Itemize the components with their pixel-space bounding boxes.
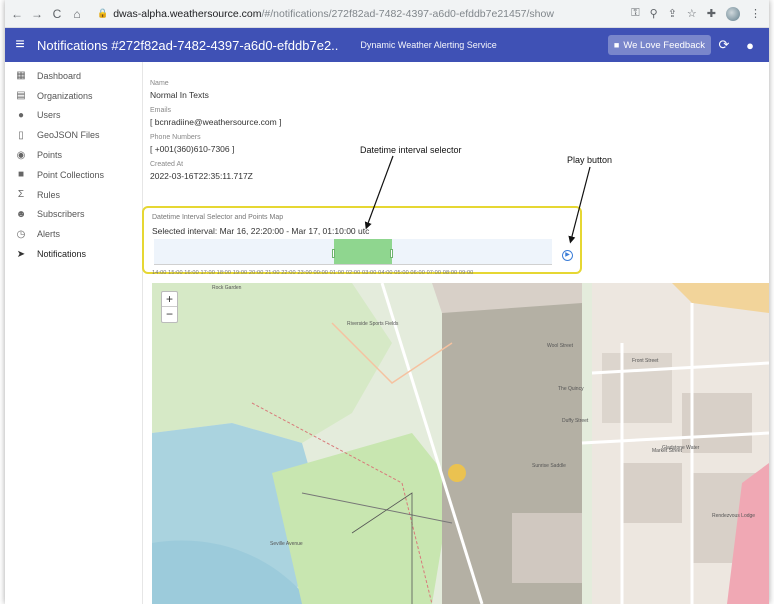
field-value: [ bcnradiine@weathersource.com ] xyxy=(150,117,282,127)
sidebar-item-label: Dashboard xyxy=(37,70,82,81)
sigma-icon: Σ xyxy=(17,189,25,201)
url-path: /#/notifications/272f82ad-7482-4397-a6d0… xyxy=(261,7,554,20)
timeline-selection[interactable] xyxy=(334,239,392,265)
extensions-icon[interactable]: ✚ xyxy=(707,7,716,20)
map-label: Front Street xyxy=(632,358,659,364)
field-value: Normal In Texts xyxy=(150,90,209,100)
zoom-icon[interactable]: ⚲ xyxy=(650,7,658,20)
field-label: Name xyxy=(150,80,169,87)
field-label: Emails xyxy=(150,107,172,114)
subscribers-icon: ☻ xyxy=(15,208,27,220)
collection-icon: ■ xyxy=(17,169,25,181)
map-label: Duffy Street xyxy=(562,418,589,424)
sidebar-item-label: Users xyxy=(37,110,61,121)
url-host: dwas-alpha.weathersource.com xyxy=(113,7,262,20)
sidebar-item-rules[interactable]: Σ Rules xyxy=(5,185,142,205)
field-emails: Emails [ bcnradiine@weathersource.com ] xyxy=(150,107,570,131)
lock-icon: 🔒 xyxy=(97,8,109,18)
datetime-interval-selector: Datetime Interval Selector and Points Ma… xyxy=(142,206,582,276)
sidebar-item-label: Rules xyxy=(37,189,61,200)
selected-interval-text: Selected interval: Mar 16, 22:20:00 - Ma… xyxy=(152,226,370,236)
star-icon[interactable]: ☆ xyxy=(687,7,697,20)
map-label: Wool Street xyxy=(547,343,574,349)
browser-window: ← → C ⌂ 🔒 dwas-alpha.weathersource.com/#… xyxy=(5,0,769,604)
forward-icon[interactable]: → xyxy=(29,7,45,21)
key-icon[interactable]: ⚿ xyxy=(631,7,639,20)
sidebar: ▦ Dashboard ▤ Organizations ● Users ▯ GeoJSO… xyxy=(5,62,143,604)
map-label: Sunrise Saddle xyxy=(532,463,566,469)
sidebar-item-geojson-files[interactable]: ▯ GeoJSON Files xyxy=(5,125,142,145)
file-icon: ▯ xyxy=(18,129,24,141)
field-created-at: Created At 2022-03-16T22:35:11.717Z xyxy=(150,161,570,185)
feedback-button[interactable]: ■ We Love Feedback xyxy=(607,35,711,55)
address-bar[interactable]: 🔒 dwas-alpha.weathersource.com/#/notific… xyxy=(91,3,622,24)
reload-icon[interactable]: C xyxy=(49,7,65,21)
sidebar-item-alerts[interactable]: ◷ Alerts xyxy=(5,224,142,244)
page-title: Notifications #272f82ad-7482-4397-a6d0-e… xyxy=(37,37,339,53)
notification-details: Name Normal In Texts Emails [ bcnradiine… xyxy=(150,80,570,185)
points-map[interactable]: + − Rock Garden Riverside Sports Fields … xyxy=(152,283,769,604)
annotation-play-label: Play button xyxy=(567,155,613,165)
sidebar-item-users[interactable]: ● Users xyxy=(5,106,142,126)
zoom-out-button[interactable]: − xyxy=(162,307,177,322)
map-label: Riverside Sports Fields xyxy=(347,321,399,327)
field-label: Created At xyxy=(150,161,184,168)
sidebar-item-subscribers[interactable]: ☻ Subscribers xyxy=(5,205,142,225)
field-value: 2022-03-16T22:35:11.717Z xyxy=(150,171,253,181)
sidebar-item-label: Subscribers xyxy=(37,209,85,220)
map-zoom-control: + − xyxy=(161,291,178,323)
refresh-icon[interactable]: ⟳ xyxy=(711,37,737,53)
selection-end-handle[interactable] xyxy=(390,249,393,258)
sidebar-item-label: Points xyxy=(37,150,63,161)
map-label: Rendezvous Lodge xyxy=(712,513,756,519)
users-icon: ● xyxy=(17,109,25,121)
sidebar-item-points[interactable]: ◉ Points xyxy=(5,145,142,165)
timeline-tick-labels: 14:00 15:00 16:00 17:00 18:00 19:00 20:0… xyxy=(152,270,474,276)
sidebar-item-label: Alerts xyxy=(37,229,61,240)
browser-toolbar: ← → C ⌂ 🔒 dwas-alpha.weathersource.com/#… xyxy=(5,0,769,28)
send-icon: ➤ xyxy=(16,248,26,260)
home-icon[interactable]: ⌂ xyxy=(69,7,85,21)
sidebar-item-label: Point Collections xyxy=(37,169,105,180)
pin-icon: ◉ xyxy=(16,149,26,161)
alarm-icon: ◷ xyxy=(16,228,26,240)
play-icon: ▶ xyxy=(565,252,570,258)
back-icon[interactable]: ← xyxy=(9,7,25,21)
hamburger-menu-icon[interactable]: ≡ xyxy=(5,36,35,54)
organizations-icon: ▤ xyxy=(16,90,26,102)
field-label: Phone Numbers xyxy=(150,134,201,141)
sidebar-item-label: GeoJSON Files xyxy=(37,130,100,141)
selector-title: Datetime Interval Selector and Points Ma… xyxy=(152,214,284,221)
sidebar-item-dashboard[interactable]: ▦ Dashboard xyxy=(5,66,142,86)
feedback-label: We Love Feedback xyxy=(623,39,705,51)
play-button[interactable]: ▶ xyxy=(562,250,573,261)
map-tiles xyxy=(152,283,769,604)
sidebar-item-organizations[interactable]: ▤ Organizations xyxy=(5,86,142,106)
share-icon[interactable]: ⇪ xyxy=(668,7,677,20)
feedback-icon: ■ xyxy=(613,40,620,50)
sidebar-item-label: Organizations xyxy=(37,90,93,101)
profile-avatar[interactable] xyxy=(726,6,740,21)
selection-start-handle[interactable] xyxy=(332,249,335,258)
app-bar: ≡ Notifications #272f82ad-7482-4397-a6d0… xyxy=(5,28,769,62)
annotation-selector-label: Datetime interval selector xyxy=(360,145,462,155)
map-label: The Quincy xyxy=(558,386,584,392)
zoom-in-button[interactable]: + xyxy=(162,292,177,307)
dashboard-icon: ▦ xyxy=(16,70,26,82)
sidebar-item-point-collections[interactable]: ■ Point Collections xyxy=(5,165,142,185)
map-label: Gladstone Water xyxy=(662,445,700,451)
map-label: Seville Avenue xyxy=(270,541,303,547)
kebab-menu-icon[interactable]: ⋮ xyxy=(750,7,761,20)
sidebar-item-label: Notifications xyxy=(37,249,87,260)
account-icon[interactable]: ● xyxy=(737,38,763,53)
app-subtitle: Dynamic Weather Alerting Service xyxy=(360,40,497,50)
field-name: Name Normal In Texts xyxy=(150,80,570,104)
map-label: Rock Garden xyxy=(212,285,242,291)
sidebar-item-notifications[interactable]: ➤ Notifications xyxy=(5,244,142,264)
